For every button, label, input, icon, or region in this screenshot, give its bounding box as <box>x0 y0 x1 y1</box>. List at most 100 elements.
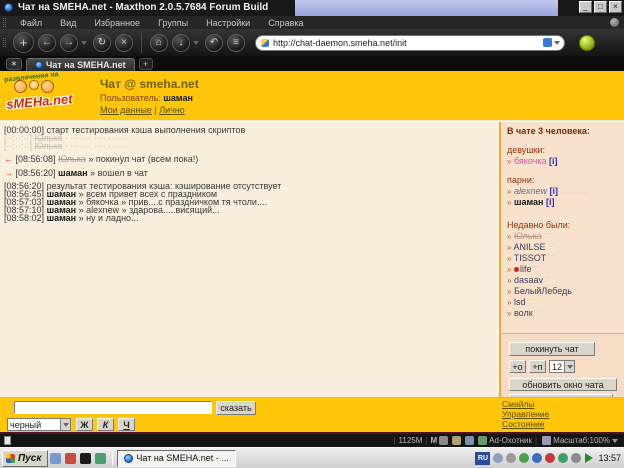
minimize-button[interactable]: _ <box>579 1 592 13</box>
user-link[interactable]: ANILSE <box>513 242 545 252</box>
tray-icon-6[interactable] <box>558 453 568 463</box>
mode-badge[interactable]: M <box>431 436 438 445</box>
address-dropdown-icon[interactable] <box>554 41 560 45</box>
app-globe-icon <box>4 3 13 12</box>
user-note: ······ ····· <box>561 189 589 196</box>
close-button[interactable]: × <box>609 1 622 13</box>
tray-icon-5[interactable] <box>545 453 555 463</box>
toggle-o-button[interactable]: +о <box>509 360 526 373</box>
forward-button[interactable]: → <box>60 34 78 52</box>
maxthon-browser-window: Чат на SMEHA.net - Maxthon 2.0.5.7684 Fo… <box>0 0 624 468</box>
toolbar-separator <box>141 33 142 53</box>
girls-label: девушки: <box>507 145 624 155</box>
tray-icon-7[interactable] <box>571 453 581 463</box>
user-info-icon[interactable]: [i] <box>550 186 559 196</box>
menu-help[interactable]: Справка <box>259 18 312 28</box>
my-data-link[interactable]: Мои данные <box>100 105 152 115</box>
state-link[interactable]: Состояние <box>502 419 549 429</box>
user-link[interactable]: life <box>520 264 532 274</box>
recent-user-item: » Юлька ···· <box>507 231 624 241</box>
menu-settings[interactable]: Настройки <box>197 18 259 28</box>
user-link[interactable]: волк <box>514 308 533 318</box>
tray-icon-4[interactable] <box>532 453 542 463</box>
download-dropdown-icon[interactable] <box>193 41 199 45</box>
new-tab-button[interactable]: + <box>139 58 153 70</box>
plugin-icon[interactable] <box>465 436 474 445</box>
quicklaunch-icon-3[interactable] <box>80 453 91 464</box>
new-tab-toolbar-button[interactable]: + <box>13 32 34 53</box>
toolbar-grip[interactable] <box>3 38 6 47</box>
manage-link[interactable]: Управление <box>502 409 549 419</box>
leave-chat-button[interactable]: покинуть чат <box>509 342 595 356</box>
message-input[interactable] <box>14 401 212 414</box>
back-button[interactable]: ← <box>38 34 56 52</box>
text-color-select[interactable]: черный <box>7 418 71 431</box>
user-info-icon[interactable]: [i] <box>546 197 555 207</box>
quicklaunch-icon-2[interactable] <box>65 453 76 464</box>
proxy-icon[interactable] <box>439 436 448 445</box>
shield-icon[interactable] <box>478 436 487 445</box>
download-button[interactable]: ↓ <box>172 34 190 52</box>
quicklaunch-icon-4[interactable] <box>95 453 106 464</box>
user-link[interactable]: бякочка <box>514 156 547 166</box>
leave-arrow-icon: ← <box>4 154 13 164</box>
user-link[interactable]: lsd <box>514 297 526 307</box>
chat-message: [08:58:02] шаман » ну и ладно... <box>4 214 497 222</box>
traffic-counter: 1125M <box>399 436 423 445</box>
menu-favorites[interactable]: Избранное <box>85 18 149 28</box>
menu-view[interactable]: Вид <box>51 18 85 28</box>
play-tray-icon[interactable] <box>585 453 593 463</box>
zoom-level[interactable]: Масштаб:100% <box>553 436 610 445</box>
refresh-button[interactable]: ↻ <box>93 34 111 52</box>
language-indicator[interactable]: RU <box>475 452 490 465</box>
user-link[interactable]: Юлька <box>514 231 542 241</box>
smilies-link[interactable]: Смайлы <box>502 399 549 409</box>
user-link[interactable]: dasaav <box>514 275 543 285</box>
menu-file[interactable]: Файл <box>11 18 51 28</box>
tray-icon-2[interactable] <box>506 453 516 463</box>
refresh-chat-button[interactable]: обновить окно чата <box>509 378 617 391</box>
quicklaunch-icon-1[interactable] <box>50 453 61 464</box>
go-button[interactable] <box>579 35 595 51</box>
system-tray: RU 13:57 <box>475 452 621 465</box>
ad-hunter-label[interactable]: Ad-Охотник <box>489 436 532 445</box>
chat-message-join: → [08:56:20] шаман » вошел в чат <box>4 169 497 177</box>
menubar-grip[interactable] <box>3 18 6 27</box>
stop-button[interactable]: × <box>115 34 133 52</box>
zoom-icon <box>542 436 551 445</box>
links-separator: | <box>154 105 156 115</box>
address-favorite-icon[interactable] <box>543 38 552 47</box>
history-dropdown-icon[interactable] <box>81 41 87 45</box>
font-size-select[interactable]: 12 <box>549 360 575 373</box>
user-link[interactable]: БелыйЛебедь <box>514 286 572 296</box>
tab-chat-smeha[interactable]: Чат на SMEHA.net <box>26 58 135 71</box>
user-link[interactable]: TISSOT <box>514 253 546 263</box>
tools-button[interactable]: ≡ <box>227 34 245 52</box>
restore-button[interactable]: □ <box>594 1 607 13</box>
skin-menu-icon[interactable] <box>610 18 619 27</box>
start-button[interactable]: Пуск <box>2 450 48 467</box>
italic-button[interactable]: К <box>97 418 114 431</box>
chat-log: [00:00:00] старт тестирования кэша выпол… <box>0 122 499 398</box>
undo-button[interactable]: ↶ <box>205 34 223 52</box>
zoom-dropdown-icon[interactable] <box>612 439 618 443</box>
tray-icon-3[interactable] <box>519 453 529 463</box>
favorites-star-icon[interactable]: ∗ <box>6 58 22 70</box>
tray-icon-1[interactable] <box>493 453 503 463</box>
bold-button[interactable]: Ж <box>76 418 93 431</box>
folder-icon[interactable] <box>452 436 461 445</box>
user-link[interactable]: alexnew <box>514 186 547 196</box>
toggle-p-button[interactable]: +п <box>529 360 546 373</box>
address-input[interactable] <box>273 37 543 49</box>
user-info-icon[interactable]: [i] <box>549 156 558 166</box>
user-link[interactable]: шаман <box>514 197 544 207</box>
private-link[interactable]: Лично <box>159 105 185 115</box>
underline-button[interactable]: Ч <box>118 418 135 431</box>
address-bar <box>255 35 565 51</box>
task-button-chat[interactable]: Чат на SMEHA.net - ... <box>117 450 235 467</box>
menu-groups[interactable]: Группы <box>149 18 197 28</box>
say-button[interactable]: сказать <box>216 401 256 415</box>
home-button[interactable]: ⌂ <box>150 34 168 52</box>
boys-label: парни: <box>507 175 624 185</box>
chat-message-faded: [··:··:··] Юлька · ······· ···· ······· <box>4 142 497 150</box>
